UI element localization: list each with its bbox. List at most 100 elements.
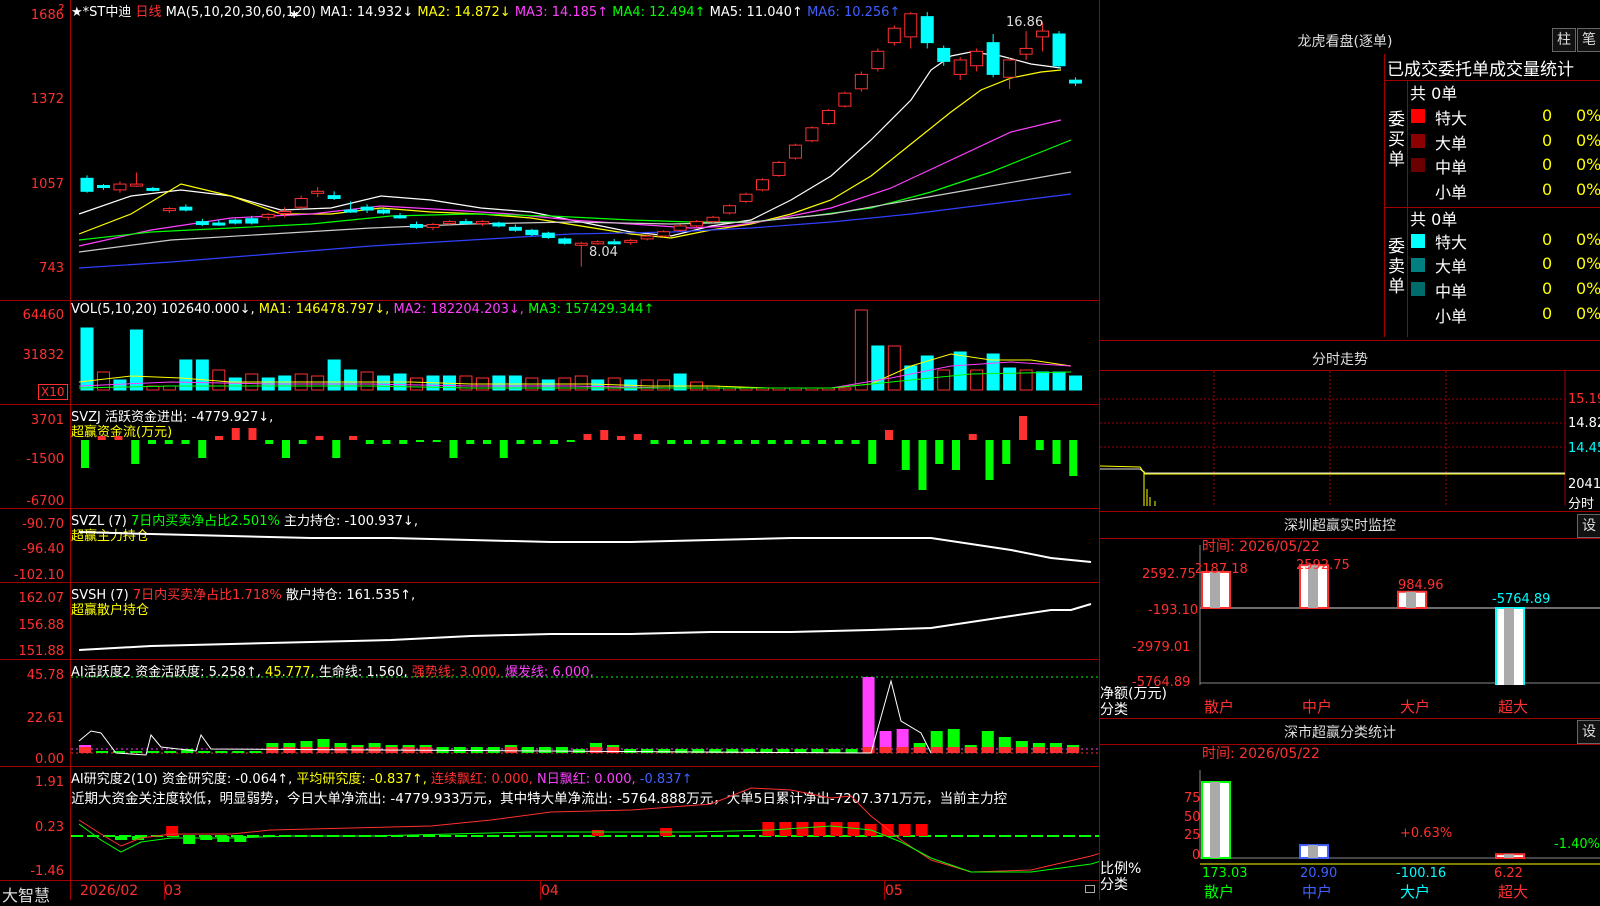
research-bar: [592, 830, 605, 836]
svzj-bar: [181, 440, 190, 444]
activity-bar: [164, 751, 177, 753]
svzj-bar: [952, 440, 960, 470]
sell-count: 0: [1542, 230, 1553, 249]
svzj-bar: [499, 440, 508, 458]
szjk-value: 984.96: [1398, 578, 1444, 593]
fenshi-chart[interactable]: [1100, 371, 1570, 511]
candle-body: [162, 208, 176, 212]
szfl-pct: +0.63%: [1400, 826, 1452, 841]
volume-bar: [937, 369, 951, 391]
candle-body: [129, 183, 143, 187]
candle-body: [640, 235, 654, 240]
activity-base: [896, 747, 909, 753]
ai1-tick: 22.61: [26, 711, 64, 726]
sell-count: 0: [1542, 304, 1553, 323]
svzj-bar: [332, 440, 341, 458]
candle-body: [574, 242, 588, 246]
candle-body: [294, 198, 308, 208]
szfl-value: 173.03: [1202, 866, 1248, 880]
volume-bar: [1003, 367, 1017, 391]
candle-body: [228, 219, 242, 224]
ai2-tick: 1.91: [35, 775, 64, 790]
szjk-chart[interactable]: 2187.18 2592.75 984.96 -5764.89: [1196, 545, 1600, 685]
activity-base: [1066, 747, 1079, 753]
activity-bar: [487, 747, 500, 753]
chart-area[interactable]: ★*ST中迪 日线 MA(5,10,20,30,60,120) MA1: 14.…: [0, 0, 1100, 905]
ai1-tick: 0.00: [35, 752, 64, 767]
candle-body: [821, 109, 835, 124]
sell-title: 委卖单: [1388, 237, 1405, 297]
szfl-chart[interactable]: +0.63% -1.40% 173.03 20.90 -100.16 6.22: [1196, 770, 1600, 880]
szjk-category: 超大: [1498, 698, 1529, 716]
szfl-settings-button[interactable]: 设: [1577, 720, 1600, 744]
activity-bar: [675, 749, 688, 753]
szjk-value: -5764.89: [1492, 592, 1550, 607]
activity-base: [1049, 747, 1062, 753]
lock-icon[interactable]: [1085, 885, 1095, 893]
candle-body: [624, 239, 638, 243]
high-marker: 16.86: [1006, 15, 1043, 30]
svsh-chart[interactable]: [71, 584, 1099, 659]
svzj-bar: [834, 440, 843, 444]
svzj-bar: [566, 440, 575, 442]
svzj-bar: [365, 440, 374, 444]
szfl-value: 6.22: [1494, 866, 1523, 880]
szfl-category: 大户: [1400, 883, 1431, 901]
buy-total: 共 0单: [1410, 84, 1458, 103]
svzj-bar: [248, 428, 257, 440]
activity-bar: [658, 749, 671, 753]
research-bar: [796, 822, 809, 836]
svzj-bar: [298, 440, 307, 444]
svzj-bar: [633, 434, 642, 440]
candle-body: [1036, 30, 1050, 38]
ai2-chart[interactable]: [71, 768, 1099, 880]
svzj-bar: [818, 440, 826, 444]
volume-bar: [1036, 371, 1050, 391]
svzj-bar: [684, 440, 692, 444]
candle-body: [772, 161, 786, 176]
svzl-chart[interactable]: [71, 510, 1099, 582]
sell-name: 特大: [1435, 233, 1468, 252]
svzj-bar: [1019, 416, 1027, 440]
svzj-bar: [583, 434, 592, 440]
lhkp-tabs[interactable]: 已成交委托单成交量统计: [1387, 55, 1574, 80]
tick-mode-button[interactable]: 笔: [1577, 28, 1600, 52]
svzj-chart[interactable]: [71, 406, 1099, 506]
volume-bar: [541, 379, 555, 391]
candle-body: [854, 73, 868, 90]
candle-body: [492, 222, 506, 227]
research-bar: [234, 836, 247, 842]
svsh-tick: 162.07: [18, 591, 65, 606]
volume-bar: [113, 379, 127, 391]
volume-chart[interactable]: [71, 304, 1099, 404]
volume-bar: [1052, 371, 1066, 391]
svzj-bar: [164, 440, 173, 444]
price-tick: 1372: [30, 92, 64, 107]
candle-body: [970, 50, 984, 67]
brand-logo: 大智慧: [2, 886, 51, 905]
ai1-chart[interactable]: [71, 661, 1099, 766]
activity-bar: [215, 751, 228, 753]
activity-base: [504, 747, 517, 753]
activity-base: [590, 747, 603, 753]
buy-pct: 0%: [1576, 131, 1600, 150]
volume-bar: [887, 345, 901, 391]
szfl-category: 中户: [1302, 883, 1333, 901]
svzj-bar: [901, 440, 910, 470]
szjk-settings-button[interactable]: 设: [1577, 514, 1600, 538]
candlestick-chart[interactable]: 16.86 8.04: [71, 0, 1099, 300]
candle-body: [1003, 59, 1017, 78]
activity-bar: [555, 747, 568, 753]
ai1-tick: 45.78: [26, 668, 64, 683]
szjk-category: 大户: [1400, 698, 1431, 716]
candle-body: [986, 42, 1000, 75]
candle-body: [871, 50, 885, 70]
buy-name: 小单: [1435, 183, 1468, 202]
candle-body: [1019, 47, 1033, 55]
buy-name: 特大: [1435, 109, 1468, 128]
activity-bar: [641, 749, 654, 753]
bar-mode-button[interactable]: 柱: [1552, 28, 1576, 52]
buy-name: 大单: [1435, 134, 1468, 153]
volume-bar: [228, 377, 242, 391]
svzj-bar: [717, 440, 726, 444]
